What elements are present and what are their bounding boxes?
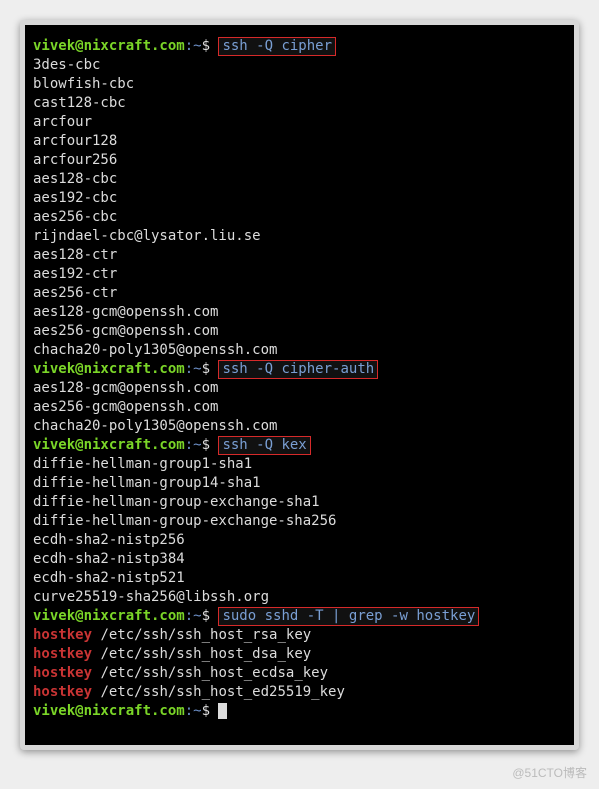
- output-line: aes256-gcm@openssh.com: [33, 398, 566, 417]
- hostkey-label: hostkey: [33, 665, 92, 681]
- output-line: diffie-hellman-group14-sha1: [33, 474, 566, 493]
- output-line: aes256-gcm@openssh.com: [33, 322, 566, 341]
- hostkey-path: /etc/ssh/ssh_host_ed25519_key: [100, 684, 344, 700]
- output-line: hostkey /etc/ssh/ssh_host_ecdsa_key: [33, 664, 566, 683]
- output-line: chacha20-poly1305@openssh.com: [33, 341, 566, 360]
- command-highlight: ssh -Q cipher: [218, 37, 336, 56]
- prompt-path: :~: [185, 38, 202, 54]
- hostkey-label: hostkey: [33, 627, 92, 643]
- output-line: rijndael-cbc@lysator.liu.se: [33, 227, 566, 246]
- output-line: hostkey /etc/ssh/ssh_host_rsa_key: [33, 626, 566, 645]
- output-line: hostkey /etc/ssh/ssh_host_dsa_key: [33, 645, 566, 664]
- prompt-user: vivek@nixcraft.com: [33, 437, 185, 453]
- output-line: aes128-cbc: [33, 170, 566, 189]
- prompt-user: vivek@nixcraft.com: [33, 608, 185, 624]
- prompt-line: vivek@nixcraft.com:~$ ssh -Q cipher-auth: [33, 360, 566, 379]
- output-line: cast128-cbc: [33, 94, 566, 113]
- output-line: aes192-ctr: [33, 265, 566, 284]
- prompt-path: :~: [185, 361, 202, 377]
- hostkey-label: hostkey: [33, 684, 92, 700]
- prompt-symbol: $: [202, 437, 210, 453]
- prompt-user: vivek@nixcraft.com: [33, 38, 185, 54]
- output-line: aes128-gcm@openssh.com: [33, 379, 566, 398]
- output-line: arcfour: [33, 113, 566, 132]
- output-line: ecdh-sha2-nistp521: [33, 569, 566, 588]
- output-line: diffie-hellman-group1-sha1: [33, 455, 566, 474]
- hostkey-path: /etc/ssh/ssh_host_rsa_key: [100, 627, 311, 643]
- output-line: aes128-ctr: [33, 246, 566, 265]
- output-line: diffie-hellman-group-exchange-sha256: [33, 512, 566, 531]
- prompt-symbol: $: [202, 38, 210, 54]
- prompt-line[interactable]: vivek@nixcraft.com:~$: [33, 702, 566, 721]
- output-line: aes256-cbc: [33, 208, 566, 227]
- prompt-symbol: $: [202, 361, 210, 377]
- prompt-user: vivek@nixcraft.com: [33, 703, 185, 719]
- prompt-path: :~: [185, 437, 202, 453]
- prompt-path: :~: [185, 703, 202, 719]
- output-line: aes256-ctr: [33, 284, 566, 303]
- prompt-line: vivek@nixcraft.com:~$ sudo sshd -T | gre…: [33, 607, 566, 626]
- prompt-user: vivek@nixcraft.com: [33, 361, 185, 377]
- prompt-path: :~: [185, 608, 202, 624]
- command-highlight: ssh -Q cipher-auth: [218, 360, 378, 379]
- prompt-line: vivek@nixcraft.com:~$ ssh -Q kex: [33, 436, 566, 455]
- command-highlight: ssh -Q kex: [218, 436, 310, 455]
- prompt-symbol: $: [202, 703, 210, 719]
- hostkey-label: hostkey: [33, 646, 92, 662]
- output-line: aes128-gcm@openssh.com: [33, 303, 566, 322]
- hostkey-path: /etc/ssh/ssh_host_dsa_key: [100, 646, 311, 662]
- output-line: curve25519-sha256@libssh.org: [33, 588, 566, 607]
- output-line: blowfish-cbc: [33, 75, 566, 94]
- output-line: arcfour128: [33, 132, 566, 151]
- output-line: diffie-hellman-group-exchange-sha1: [33, 493, 566, 512]
- prompt-symbol: $: [202, 608, 210, 624]
- terminal-window[interactable]: vivek@nixcraft.com:~$ ssh -Q cipher 3des…: [20, 20, 579, 750]
- output-line: aes192-cbc: [33, 189, 566, 208]
- output-line: hostkey /etc/ssh/ssh_host_ed25519_key: [33, 683, 566, 702]
- output-line: chacha20-poly1305@openssh.com: [33, 417, 566, 436]
- hostkey-path: /etc/ssh/ssh_host_ecdsa_key: [100, 665, 328, 681]
- output-line: 3des-cbc: [33, 56, 566, 75]
- watermark: @51CTO博客: [512, 764, 587, 781]
- output-line: arcfour256: [33, 151, 566, 170]
- output-line: ecdh-sha2-nistp384: [33, 550, 566, 569]
- prompt-line: vivek@nixcraft.com:~$ ssh -Q cipher: [33, 37, 566, 56]
- cursor-icon: [218, 703, 227, 719]
- output-line: ecdh-sha2-nistp256: [33, 531, 566, 550]
- command-highlight: sudo sshd -T | grep -w hostkey: [218, 607, 479, 626]
